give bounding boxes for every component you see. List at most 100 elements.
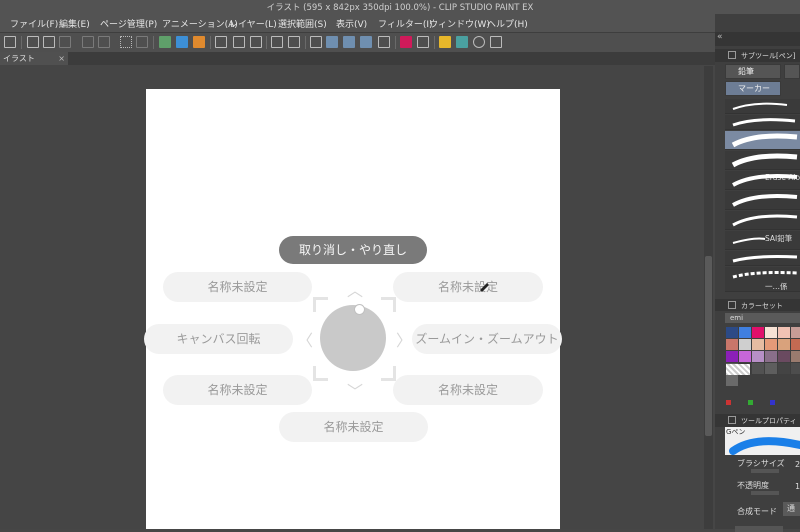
brush-item[interactable] <box>725 99 800 114</box>
brush-size-value[interactable]: 2 <box>795 460 800 469</box>
clip-studio-icon[interactable] <box>4 36 16 48</box>
menu-help[interactable]: ヘルプ(H) <box>487 17 528 30</box>
radial-canvas-rotate-button[interactable]: キャンバス回転 <box>144 324 293 354</box>
brush-item[interactable]: SAI鉛筆 <box>725 231 800 250</box>
color-icon[interactable] <box>400 36 412 48</box>
brush-item-selected[interactable] <box>725 131 800 150</box>
color-swatch[interactable] <box>752 351 764 362</box>
color-swatch[interactable] <box>726 339 738 350</box>
grid-icon[interactable] <box>456 36 468 48</box>
menu-view[interactable]: 表示(V) <box>336 17 367 30</box>
brush-item[interactable] <box>725 191 800 210</box>
color-swatch[interactable] <box>765 351 777 362</box>
undo-icon[interactable] <box>82 36 94 48</box>
radial-lower-left-button[interactable]: 名称未設定 <box>163 375 312 405</box>
brush-size-slider[interactable] <box>751 469 779 473</box>
layer-color-icon[interactable] <box>159 36 171 48</box>
color-swatch[interactable] <box>726 351 738 362</box>
opacity-value[interactable]: 1 <box>795 482 800 491</box>
transform-icon[interactable] <box>233 36 245 48</box>
crop-icon[interactable] <box>250 36 262 48</box>
blend-mode-select[interactable]: 通 <box>783 502 800 516</box>
ruler-icon[interactable] <box>215 36 227 48</box>
color-swatch[interactable] <box>765 363 777 374</box>
radial-zoom-button[interactable]: ズームイン・ズームアウト <box>412 324 562 354</box>
color-swatch[interactable] <box>778 339 790 350</box>
chevron-down-icon: ﹀ <box>347 382 364 401</box>
color-swatch[interactable] <box>778 363 790 374</box>
menu-filter[interactable]: フィルター(I) <box>378 17 433 30</box>
open-file-icon[interactable] <box>43 36 55 48</box>
color-swatch[interactable] <box>791 339 800 350</box>
menu-file[interactable]: ファイル(F) <box>10 17 58 30</box>
brush-item[interactable] <box>725 151 800 170</box>
pen-pressure-icon[interactable] <box>378 36 390 48</box>
snap-ruler-icon[interactable] <box>326 36 338 48</box>
radial-dial[interactable] <box>320 305 386 371</box>
tool-group-marker[interactable]: マーカー <box>725 81 781 96</box>
color-swatch[interactable] <box>752 327 764 338</box>
color-swatch[interactable] <box>752 363 764 374</box>
menu-layer[interactable]: レイヤー(L) <box>229 17 277 30</box>
color-swatch[interactable] <box>791 327 800 338</box>
folder-icon[interactable] <box>439 36 451 48</box>
brush-item[interactable]: Erase Alo <box>725 171 800 190</box>
selection-icon[interactable] <box>271 36 283 48</box>
scrollbar-thumb[interactable] <box>705 256 712 436</box>
zoom-icon[interactable] <box>473 36 485 48</box>
radial-lower-right-button[interactable]: 名称未設定 <box>393 375 543 405</box>
color-set-name[interactable]: emi <box>725 313 800 323</box>
material-icon[interactable] <box>193 36 205 48</box>
menu-page[interactable]: ページ管理(P) <box>100 17 157 30</box>
menu-animation[interactable]: アニメーション(A) <box>162 17 238 30</box>
color-swatch[interactable] <box>726 375 738 386</box>
brush-item[interactable] <box>725 251 800 266</box>
toolbar-separator <box>434 36 435 49</box>
color-swatch[interactable] <box>739 339 751 350</box>
opacity-slider[interactable] <box>751 491 779 495</box>
brush-item[interactable] <box>725 115 800 130</box>
menu-selection[interactable]: 選択範囲(S) <box>278 17 327 30</box>
menu-window[interactable]: ウィンドウ(W) <box>429 17 490 30</box>
tool-group-pencil[interactable]: 鉛筆 <box>725 64 781 79</box>
close-icon[interactable]: × <box>58 52 65 65</box>
snap-grid-icon[interactable] <box>360 36 372 48</box>
color-swatch[interactable] <box>739 351 751 362</box>
radial-undo-redo-button[interactable]: 取り消し・やり直し <box>279 236 427 264</box>
collapse-icon[interactable]: « <box>717 32 723 42</box>
brush-item[interactable] <box>725 211 800 230</box>
save-icon[interactable] <box>59 36 71 48</box>
brush-item[interactable]: 一…係 <box>725 279 800 292</box>
radial-upper-left-button[interactable]: 名称未設定 <box>163 272 312 302</box>
color-swatch[interactable] <box>752 339 764 350</box>
tab-illust[interactable]: イラスト × <box>0 52 68 65</box>
color-swatch[interactable] <box>765 327 777 338</box>
chevron-right-icon: 〉 <box>396 331 413 350</box>
new-file-icon[interactable] <box>27 36 39 48</box>
redo-icon[interactable] <box>98 36 110 48</box>
color-swatch[interactable] <box>778 351 790 362</box>
layer-icon[interactable] <box>417 36 429 48</box>
clear-icon[interactable] <box>120 36 132 48</box>
color-swatch[interactable] <box>726 327 738 338</box>
property-slider[interactable] <box>735 526 783 532</box>
radial-bottom-button[interactable]: 名称未設定 <box>279 412 428 442</box>
fill-icon[interactable] <box>136 36 148 48</box>
fit-icon[interactable] <box>490 36 502 48</box>
layer-property-icon[interactable] <box>176 36 188 48</box>
transparent-swatch[interactable] <box>726 364 750 375</box>
wrench-icon <box>728 416 736 424</box>
flip-icon[interactable] <box>310 36 322 48</box>
snap-special-ruler-icon[interactable] <box>343 36 355 48</box>
deselect-icon[interactable] <box>288 36 300 48</box>
menu-edit[interactable]: 編集(E) <box>59 17 90 30</box>
color-swatch[interactable] <box>791 351 800 362</box>
tool-group-more[interactable] <box>784 64 800 79</box>
color-swatch[interactable] <box>791 363 800 374</box>
color-swatch[interactable] <box>765 339 777 350</box>
dial-knob[interactable] <box>354 304 365 315</box>
vertical-scrollbar[interactable] <box>704 66 713 529</box>
radial-upper-right-button[interactable]: 名称未設定 <box>393 272 543 302</box>
color-swatch[interactable] <box>739 327 751 338</box>
color-swatch[interactable] <box>778 327 790 338</box>
